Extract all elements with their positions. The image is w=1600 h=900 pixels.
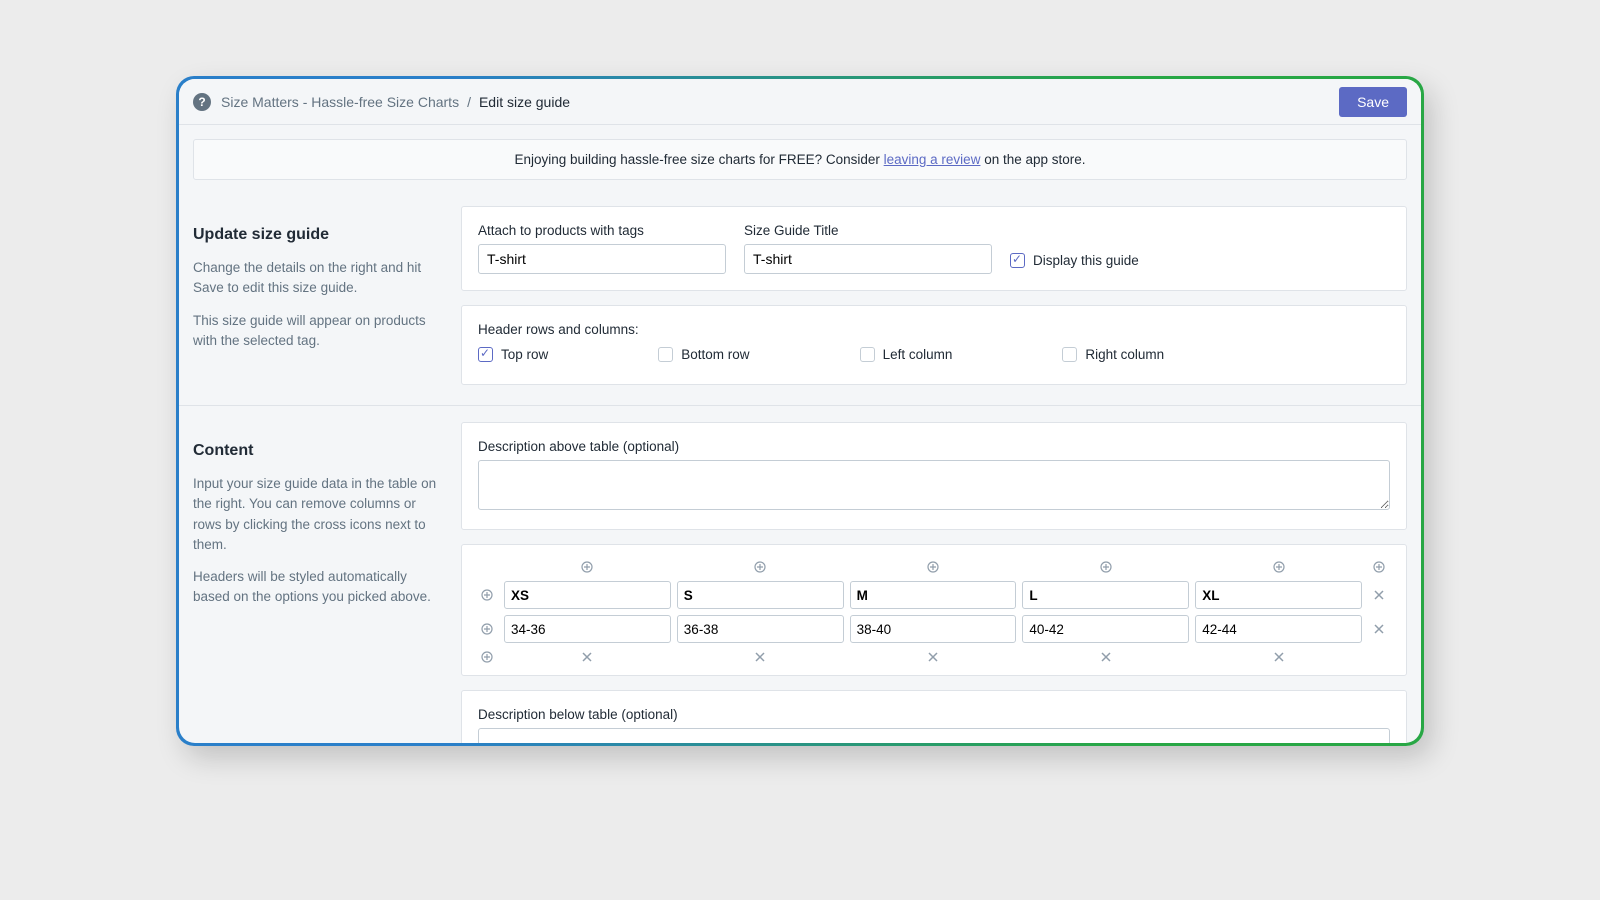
size-grid: [476, 559, 1390, 665]
banner-text-after: on the app store.: [980, 152, 1085, 167]
topbar: ? Size Matters - Hassle-free Size Charts…: [179, 79, 1421, 125]
opt-bottom-row[interactable]: Bottom row: [658, 347, 749, 362]
breadcrumb-separator: /: [467, 94, 471, 110]
section-content: Content Input your size guide data in th…: [193, 422, 1407, 743]
opt-right-column[interactable]: Right column: [1062, 347, 1164, 362]
add-row-icon[interactable]: [479, 649, 495, 665]
table-cell[interactable]: [850, 581, 1017, 609]
update-desc-1: Change the details on the right and hit …: [193, 258, 441, 299]
section-title-content: Content: [193, 442, 441, 460]
section-update: Update size guide Change the details on …: [193, 206, 1407, 385]
review-banner: Enjoying building hassle-free size chart…: [193, 139, 1407, 180]
content-desc-1: Input your size guide data in the table …: [193, 474, 441, 555]
opt-top-row[interactable]: Top row: [478, 347, 548, 362]
section-divider: [179, 405, 1421, 406]
table-cell[interactable]: [677, 581, 844, 609]
card-size-table: [461, 544, 1407, 676]
display-guide-checkbox[interactable]: Display this guide: [1010, 253, 1139, 268]
add-column-icon[interactable]: [1271, 559, 1287, 575]
display-guide-label: Display this guide: [1033, 253, 1139, 268]
delete-column-icon[interactable]: [1098, 649, 1114, 665]
add-column-icon[interactable]: [925, 559, 941, 575]
update-desc-2: This size guide will appear on products …: [193, 311, 441, 352]
help-icon[interactable]: ?: [193, 93, 211, 111]
delete-column-icon[interactable]: [752, 649, 768, 665]
table-cell[interactable]: [1195, 581, 1362, 609]
table-cell[interactable]: [850, 615, 1017, 643]
guide-title-label: Size Guide Title: [744, 223, 992, 238]
table-cell[interactable]: [504, 615, 671, 643]
card-desc-below: Description below table (optional): [461, 690, 1407, 743]
section-title-update: Update size guide: [193, 226, 441, 244]
delete-row-icon[interactable]: [1371, 621, 1387, 637]
opt-bottom-row-input[interactable]: [658, 347, 673, 362]
opt-right-column-input[interactable]: [1062, 347, 1077, 362]
tags-label: Attach to products with tags: [478, 223, 726, 238]
opt-top-row-input[interactable]: [478, 347, 493, 362]
add-column-icon[interactable]: [1371, 559, 1387, 575]
add-column-icon[interactable]: [1098, 559, 1114, 575]
table-cell[interactable]: [1195, 615, 1362, 643]
delete-row-icon[interactable]: [1371, 587, 1387, 603]
breadcrumb-app[interactable]: Size Matters - Hassle-free Size Charts: [221, 94, 459, 110]
table-cell[interactable]: [1022, 581, 1189, 609]
delete-column-icon[interactable]: [1271, 649, 1287, 665]
desc-below-input[interactable]: [478, 728, 1390, 743]
leave-review-link[interactable]: leaving a review: [884, 152, 981, 167]
table-cell[interactable]: [1022, 615, 1189, 643]
card-header-options: Header rows and columns: Top row Bottom …: [461, 305, 1407, 385]
table-cell[interactable]: [677, 615, 844, 643]
table-cell[interactable]: [504, 581, 671, 609]
add-column-icon[interactable]: [579, 559, 595, 575]
delete-column-icon[interactable]: [925, 649, 941, 665]
add-row-icon[interactable]: [479, 621, 495, 637]
header-options-label: Header rows and columns:: [478, 322, 1390, 337]
opt-left-column-input[interactable]: [860, 347, 875, 362]
app-frame: ? Size Matters - Hassle-free Size Charts…: [176, 76, 1424, 746]
banner-text-before: Enjoying building hassle-free size chart…: [514, 152, 883, 167]
tags-input[interactable]: [478, 244, 726, 274]
guide-title-input[interactable]: [744, 244, 992, 274]
breadcrumb-page: Edit size guide: [479, 94, 570, 110]
add-row-icon[interactable]: [479, 587, 495, 603]
opt-left-column[interactable]: Left column: [860, 347, 953, 362]
desc-above-input[interactable]: [478, 460, 1390, 510]
add-column-icon[interactable]: [752, 559, 768, 575]
display-guide-input[interactable]: [1010, 253, 1025, 268]
content-desc-2: Headers will be styled automatically bas…: [193, 567, 441, 608]
desc-below-label: Description below table (optional): [478, 707, 1390, 722]
delete-column-icon[interactable]: [579, 649, 595, 665]
card-basic: Attach to products with tags Size Guide …: [461, 206, 1407, 291]
card-desc-above: Description above table (optional): [461, 422, 1407, 530]
save-button[interactable]: Save: [1339, 87, 1407, 117]
desc-above-label: Description above table (optional): [478, 439, 1390, 454]
